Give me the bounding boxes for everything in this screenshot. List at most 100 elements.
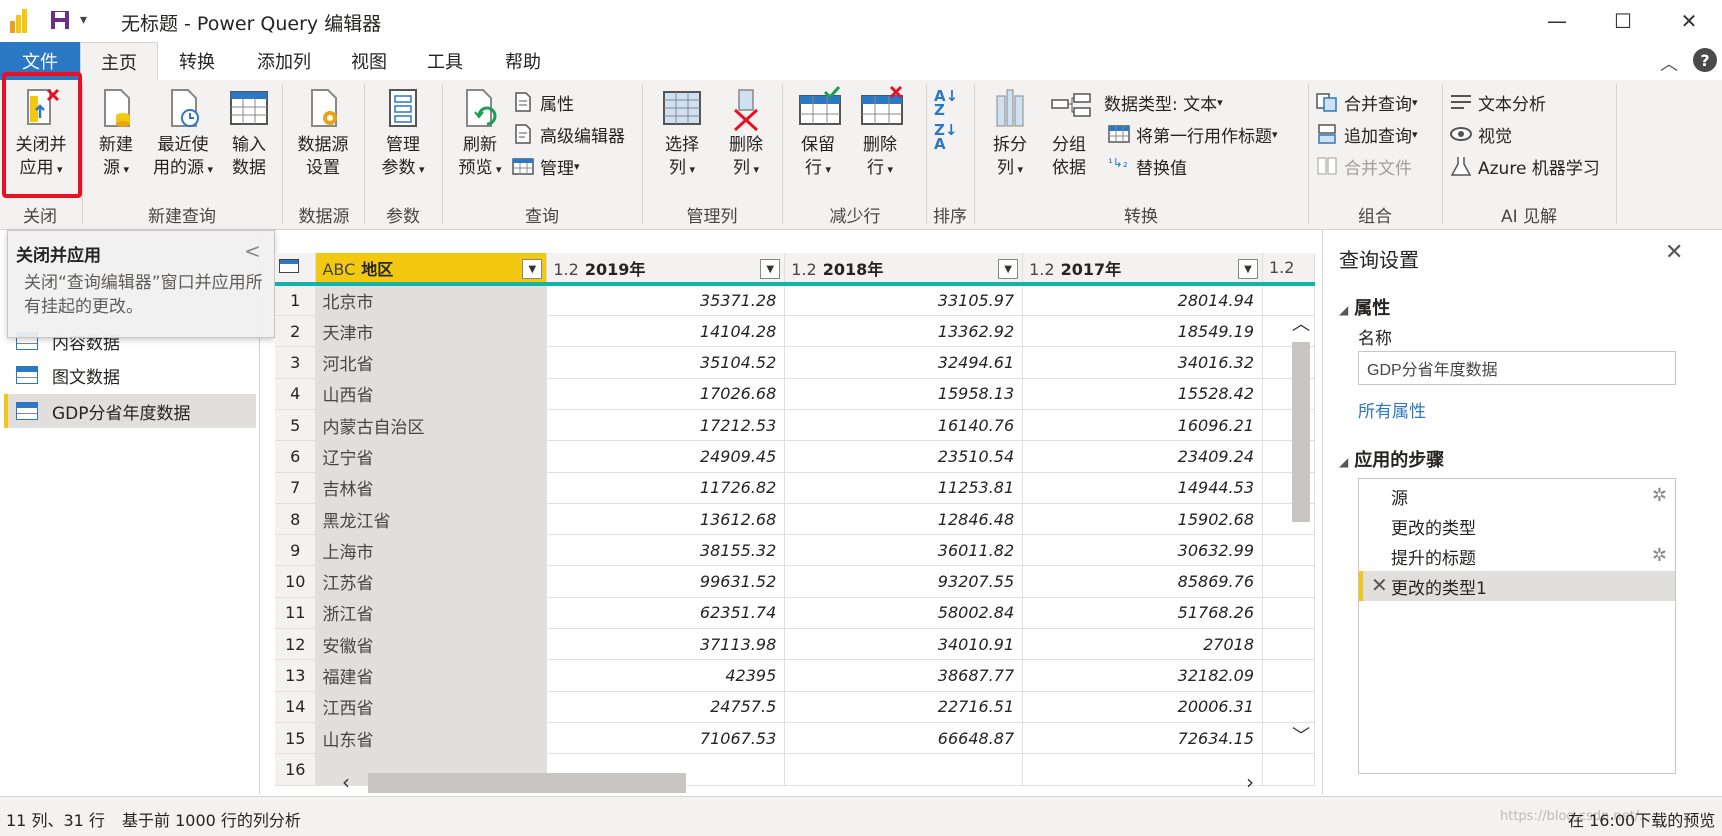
row-number[interactable]: 15 <box>275 722 317 755</box>
value-cell[interactable]: 99631.52 <box>546 565 786 598</box>
column-header[interactable]: 1.2 2017年 ▼ <box>1022 253 1263 287</box>
value-cell[interactable]: 20006.31 <box>1022 691 1263 723</box>
tab-transform[interactable]: 转换 <box>160 42 234 80</box>
remove-rows-button[interactable]: 删除 行 ▾ <box>852 85 908 181</box>
vertical-scrollbar[interactable]: ︿ ﹀ <box>1290 310 1312 750</box>
tab-view[interactable]: 视图 <box>334 42 404 80</box>
column-filter-dropdown[interactable]: ▼ <box>1238 259 1258 279</box>
scroll-left-icon[interactable]: ‹ <box>342 770 350 794</box>
column-filter-dropdown[interactable]: ▼ <box>760 259 781 279</box>
recent-sources-button[interactable]: 最近使 用的源 ▾ <box>150 86 216 181</box>
group-by-button[interactable]: 分组 依据 <box>1042 86 1096 180</box>
new-source-button[interactable]: 新建 源 ▾ <box>88 86 144 181</box>
value-cell[interactable]: 66648.87 <box>784 722 1024 755</box>
row-number[interactable]: 1 <box>275 284 317 317</box>
value-cell[interactable]: 28014.94 <box>1022 284 1263 317</box>
replace-values-button[interactable]: ¹↳₂ 替换值 <box>1108 152 1187 180</box>
data-type-dropdown[interactable]: 数据类型: 文本 ▾ <box>1104 88 1223 116</box>
combine-files-button[interactable]: 合并文件 <box>1316 152 1412 180</box>
column-header[interactable]: ABC 地区 ▼ <box>315 253 548 287</box>
close-window-button[interactable]: ✕ <box>1656 0 1722 42</box>
value-cell[interactable]: 12846.48 <box>784 503 1024 536</box>
value-cell[interactable]: 93207.55 <box>784 565 1024 598</box>
value-cell[interactable]: 71067.53 <box>546 722 786 755</box>
keep-rows-button[interactable]: 保留 行 ▾ <box>790 85 846 181</box>
row-number[interactable]: 4 <box>275 378 317 410</box>
gear-icon[interactable]: ✲ <box>1652 485 1667 506</box>
row-number[interactable]: 3 <box>275 346 317 379</box>
row-number[interactable]: 16 <box>275 753 317 786</box>
region-cell[interactable]: 山西省 <box>315 378 548 410</box>
region-cell[interactable]: 福建省 <box>315 659 548 692</box>
value-cell[interactable]: 34016.32 <box>1022 346 1263 379</box>
manage-parameters-button[interactable]: 管理 参数 ▾ <box>372 86 434 181</box>
collapse-ribbon-icon[interactable]: ︿ <box>1660 50 1678 76</box>
horizontal-scrollbar[interactable]: ‹ › <box>330 770 1260 794</box>
column-filter-dropdown[interactable]: ▼ <box>522 259 543 279</box>
quick-access-dropdown-icon[interactable]: ▾ <box>80 12 87 28</box>
region-cell[interactable]: 江苏省 <box>315 565 548 598</box>
tab-help[interactable]: 帮助 <box>486 42 560 80</box>
gear-icon[interactable]: ✲ <box>1652 545 1667 566</box>
data-source-settings-button[interactable]: 数据源 设置 <box>290 86 356 180</box>
value-cell[interactable]: 13612.68 <box>546 503 786 536</box>
value-cell[interactable]: 15528.42 <box>1022 378 1263 410</box>
region-cell[interactable]: 浙江省 <box>315 597 548 630</box>
minimize-button[interactable]: — <box>1524 0 1590 42</box>
region-cell[interactable]: 辽宁省 <box>315 440 548 473</box>
value-cell[interactable]: 85869.76 <box>1022 565 1263 598</box>
column-header[interactable]: 1.2 2018年 ▼ <box>784 253 1024 287</box>
value-cell[interactable]: 72634.15 <box>1022 722 1263 755</box>
value-cell[interactable]: 11253.81 <box>784 472 1024 504</box>
scroll-up-icon[interactable]: ︿ <box>1292 310 1310 336</box>
region-cell[interactable]: 天津市 <box>315 315 548 348</box>
table-corner-menu[interactable] <box>275 253 317 287</box>
row-number[interactable]: 11 <box>275 597 317 630</box>
value-cell[interactable]: 34010.91 <box>784 628 1024 661</box>
collapse-pane-icon[interactable]: < <box>244 239 261 263</box>
region-cell[interactable]: 吉林省 <box>315 472 548 504</box>
scroll-thumb[interactable] <box>1292 342 1310 522</box>
query-name-input[interactable] <box>1358 351 1676 385</box>
value-cell[interactable]: 23409.24 <box>1022 440 1263 473</box>
vision-button[interactable]: 视觉 <box>1450 120 1512 148</box>
value-cell[interactable]: 16140.76 <box>784 409 1024 442</box>
row-number[interactable]: 9 <box>275 534 317 567</box>
value-cell[interactable]: 42395 <box>546 659 786 692</box>
split-column-button[interactable]: 拆分 列 ▾ <box>982 86 1038 181</box>
value-cell[interactable]: 62351.74 <box>546 597 786 630</box>
remove-columns-button[interactable]: 删除 列 ▾ <box>718 86 774 181</box>
value-cell[interactable]: 22716.51 <box>784 691 1024 723</box>
value-cell[interactable]: 30632.99 <box>1022 534 1263 567</box>
value-cell[interactable]: 17212.53 <box>546 409 786 442</box>
row-number[interactable]: 5 <box>275 409 317 442</box>
use-first-row-as-headers-button[interactable]: 将第一行用作标题 ▾ <box>1108 120 1278 148</box>
append-queries-button[interactable]: 追加查询 ▾ <box>1316 120 1418 148</box>
value-cell[interactable]: 14104.28 <box>546 315 786 348</box>
enter-data-button[interactable]: 输入 数据 <box>224 86 274 180</box>
region-cell[interactable]: 安徽省 <box>315 628 548 661</box>
value-cell[interactable]: 27018 <box>1022 628 1263 661</box>
value-cell[interactable]: 35104.52 <box>546 346 786 379</box>
value-cell[interactable]: 37113.98 <box>546 628 786 661</box>
row-number[interactable]: 6 <box>275 440 317 473</box>
applied-steps-section[interactable]: ◢ 应用的步骤 <box>1339 446 1444 472</box>
row-number[interactable]: 14 <box>275 691 317 723</box>
value-cell[interactable]: 15958.13 <box>784 378 1024 410</box>
scroll-thumb[interactable] <box>368 773 686 793</box>
tab-tools[interactable]: 工具 <box>410 42 480 80</box>
row-number[interactable]: 8 <box>275 503 317 536</box>
value-cell[interactable]: 15902.68 <box>1022 503 1263 536</box>
region-cell[interactable]: 黑龙江省 <box>315 503 548 536</box>
scroll-right-icon[interactable]: › <box>1246 770 1254 794</box>
refresh-preview-button[interactable]: 刷新 预览 ▾ <box>450 86 510 181</box>
advanced-editor-button[interactable]: 高级编辑器 <box>512 120 625 148</box>
tab-add-column[interactable]: 添加列 <box>236 42 332 80</box>
row-number[interactable]: 13 <box>275 659 317 692</box>
value-cell[interactable]: 51768.26 <box>1022 597 1263 630</box>
manage-button[interactable]: 管理 ▾ <box>512 152 580 180</box>
scroll-down-icon[interactable]: ﹀ <box>1292 722 1310 748</box>
row-number[interactable]: 10 <box>275 565 317 598</box>
properties-button[interactable]: 属性 <box>512 88 574 116</box>
query-item[interactable]: 图文数据 <box>8 358 260 392</box>
